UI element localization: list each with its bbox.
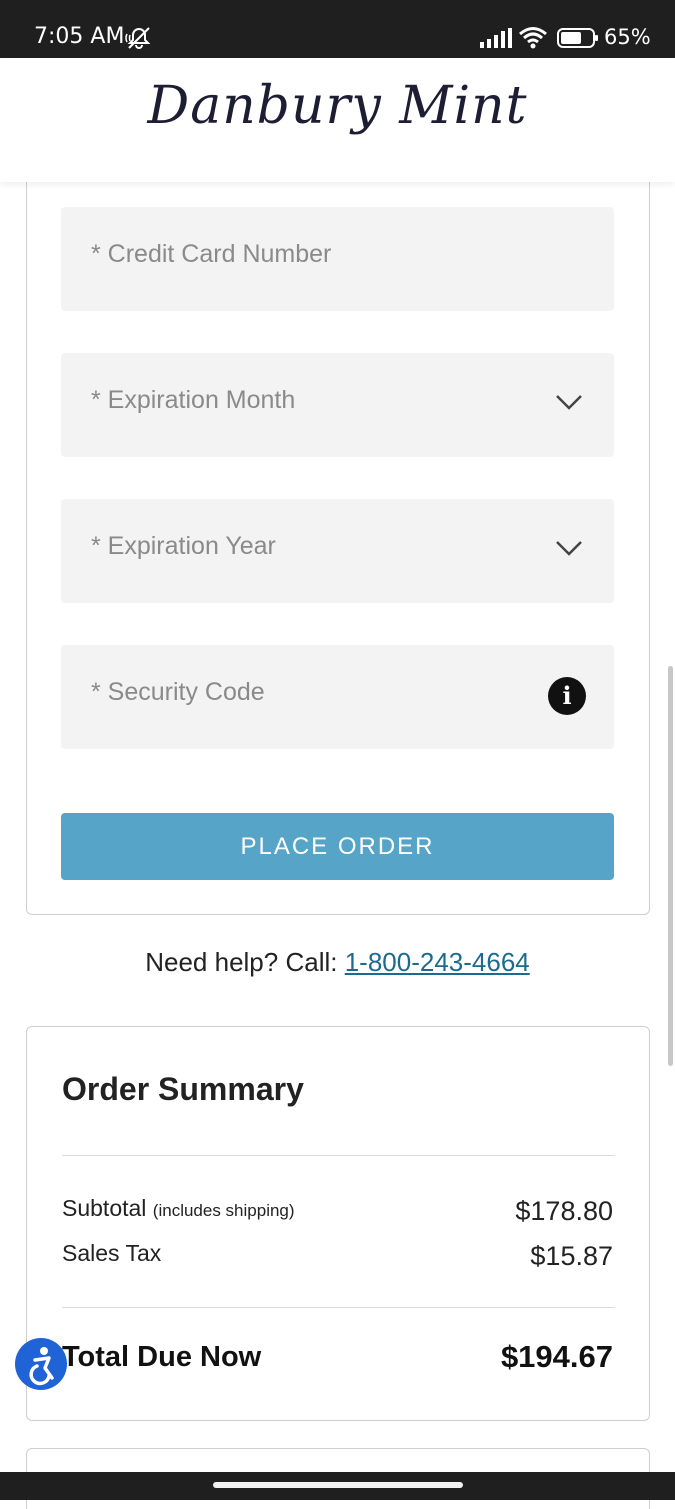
subtotal-note: (includes shipping): [152, 1201, 295, 1220]
expiration-year-select[interactable]: * Expiration Year: [61, 499, 614, 603]
credit-card-number-field[interactable]: * Credit Card Number: [61, 207, 614, 311]
chevron-down-icon: [556, 395, 582, 410]
system-nav-bar: [0, 1472, 675, 1500]
accessibility-button[interactable]: [15, 1338, 67, 1390]
mute-icon: [125, 27, 151, 49]
wifi-icon: [519, 27, 547, 49]
home-gesture-handle[interactable]: [213, 1482, 463, 1488]
brand-logo[interactable]: Danbury Mint: [0, 76, 675, 136]
order-summary-card: Order Summary Subtotal (includes shippin…: [26, 1026, 650, 1421]
expiration-month-placeholder: * Expiration Month: [91, 386, 296, 414]
sales-tax-value: $15.87: [530, 1241, 613, 1271]
battery-percent: 65%: [604, 25, 651, 49]
subtotal-value: $178.80: [515, 1196, 613, 1226]
total-due-value: $194.67: [500, 1339, 613, 1374]
accessibility-icon: [29, 1347, 54, 1386]
total-due-label: Total Due Now: [62, 1341, 262, 1373]
security-code-placeholder: * Security Code: [91, 678, 265, 706]
battery-icon: [557, 28, 598, 48]
subtotal-label: Subtotal (includes shipping): [62, 1195, 295, 1222]
expiration-month-select[interactable]: * Expiration Month: [61, 353, 614, 457]
divider: [62, 1307, 615, 1308]
signal-icon: [480, 28, 512, 48]
credit-card-number-placeholder: * Credit Card Number: [91, 240, 332, 268]
place-order-button[interactable]: PLACE ORDER: [61, 813, 614, 880]
chevron-down-icon: [556, 541, 582, 556]
help-text: Need help? Call:: [145, 947, 345, 977]
help-line: Need help? Call: 1-800-243-4664: [0, 947, 675, 978]
security-code-field[interactable]: * Security Code i: [61, 645, 614, 749]
info-icon[interactable]: i: [548, 677, 586, 715]
expiration-year-placeholder: * Expiration Year: [91, 532, 276, 560]
divider: [62, 1155, 615, 1156]
status-time: 7:05 AM: [34, 24, 125, 49]
scrollbar[interactable]: [668, 666, 673, 1066]
status-bar: 7:05 AM 65%: [0, 0, 675, 58]
help-phone-link[interactable]: 1-800-243-4664: [345, 947, 530, 977]
subtotal-label-text: Subtotal: [62, 1195, 147, 1221]
site-header: Danbury Mint: [0, 58, 675, 182]
sales-tax-label: Sales Tax: [62, 1240, 162, 1266]
order-summary-title: Order Summary: [62, 1071, 304, 1107]
